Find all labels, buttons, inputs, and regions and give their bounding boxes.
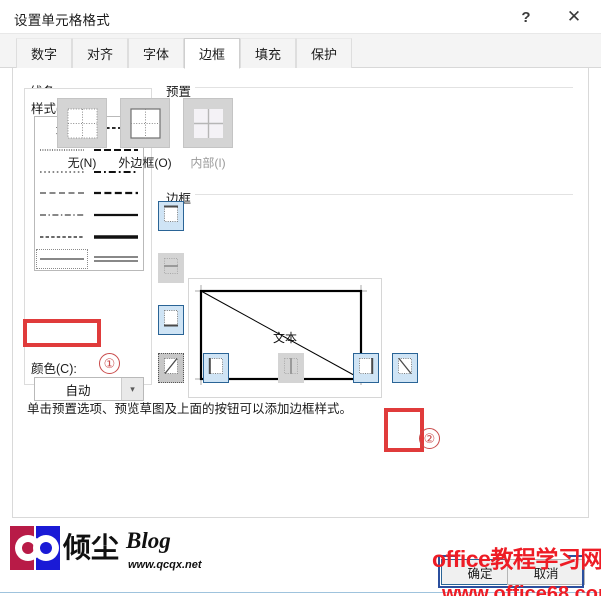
tab-5[interactable]: 保护 — [296, 38, 352, 68]
line-style-solid-medium[interactable] — [89, 204, 143, 226]
preset-none-icon — [66, 107, 99, 140]
chevron-down-icon[interactable]: ▾ — [121, 378, 143, 400]
help-icon[interactable]: ? — [503, 0, 549, 34]
preset-inside-label: 内部(I) — [190, 156, 226, 170]
annotation-marker-two: ② — [419, 428, 440, 449]
left-edge-icon — [208, 356, 224, 381]
watermark-right-url: www.office68.com — [442, 583, 601, 596]
line-style-dashed-long[interactable] — [35, 183, 89, 205]
border-group-rule — [195, 194, 573, 195]
tab-3[interactable]: 边框 — [184, 38, 240, 69]
annotation-marker-one: ① — [99, 353, 120, 374]
preset-outline-icon — [129, 107, 162, 140]
preview-text: 文本 — [273, 331, 298, 345]
watermark-logo: 倾尘 Blog www.qcqx.net — [8, 524, 208, 586]
diag-down-icon — [397, 356, 413, 381]
format-cells-dialog: 设置单元格格式 ? ✕ 数字 对齐 字体 边框 填充 保护 线条 样式(S): 无 ① 颜… — [0, 0, 601, 596]
border-right-button[interactable] — [353, 353, 379, 383]
tab-label: 数字 — [30, 47, 57, 62]
tab-label: 字体 — [142, 47, 169, 62]
tab-label: 填充 — [254, 47, 281, 62]
border-inside-vertical-button — [278, 353, 304, 383]
watermark-right: office教程学习网 www.office68.com — [432, 548, 601, 596]
preset-outline-button[interactable] — [120, 98, 170, 148]
border-left-button[interactable] — [203, 353, 229, 383]
tab-1[interactable]: 对齐 — [72, 38, 128, 68]
right-edge-icon — [358, 356, 374, 381]
dialog-title: 设置单元格格式 — [14, 13, 110, 28]
color-value: 自动 — [65, 383, 91, 398]
border-diagonal-up-button[interactable] — [158, 353, 184, 383]
diag-up-icon — [163, 356, 179, 381]
watermark-logo-url: www.qcqx.net — [128, 559, 202, 571]
preset-inside-button — [183, 98, 233, 148]
mid-horizontal-icon — [163, 256, 179, 281]
tab-strip: 数字 对齐 字体 边框 填充 保护 — [0, 34, 601, 69]
mid-vertical-icon — [283, 356, 299, 381]
line-style-dashed-bold[interactable] — [89, 183, 143, 205]
border-top-button[interactable] — [158, 201, 184, 231]
line-style-dash-dot[interactable] — [35, 204, 89, 226]
line-style-double[interactable] — [89, 248, 143, 270]
tab-label: 保护 — [310, 47, 337, 62]
line-style-dashed-short[interactable] — [35, 226, 89, 248]
border-inside-horizontal-button — [158, 253, 184, 283]
tab-2[interactable]: 字体 — [128, 38, 184, 68]
bottom-edge-icon — [163, 308, 179, 333]
border-diagonal-down-button[interactable] — [392, 353, 418, 383]
preset-inside-icon — [192, 107, 225, 140]
watermark-logo-text: 倾尘 — [63, 532, 120, 563]
preset-outline-label: 外边框(O) — [118, 156, 172, 170]
highlight-box-diagonal-down — [384, 408, 424, 452]
color-label: 颜色(C): — [31, 362, 77, 376]
highlight-box-style-selected — [23, 319, 101, 347]
tab-label: 对齐 — [86, 47, 113, 62]
watermark-logo-blog: Blog — [126, 528, 171, 553]
tab-0[interactable]: 数字 — [16, 38, 72, 68]
line-style-thin-solid[interactable] — [35, 248, 89, 270]
preset-none-button[interactable] — [57, 98, 107, 148]
description-text: 单击预置选项、预览草图及上面的按钮可以添加边框样式。 — [27, 402, 353, 416]
preset-none-label: 无(N) — [67, 156, 97, 170]
tab-label: 边框 — [198, 47, 225, 62]
preset-group-rule — [195, 87, 573, 88]
border-bottom-button[interactable] — [158, 305, 184, 335]
title-bar: 设置单元格格式 ? ✕ — [0, 0, 601, 34]
tab-4[interactable]: 填充 — [240, 38, 296, 68]
close-icon[interactable]: ✕ — [551, 0, 597, 34]
tab-panel-border: 线条 样式(S): 无 ① 颜色(C): 自动 ▾ 预置 无(N) 外边框(O) — [12, 68, 589, 518]
line-style-solid-thick[interactable] — [89, 226, 143, 248]
top-edge-icon — [163, 204, 179, 229]
watermark-right-title: office教程学习网 — [432, 546, 601, 572]
